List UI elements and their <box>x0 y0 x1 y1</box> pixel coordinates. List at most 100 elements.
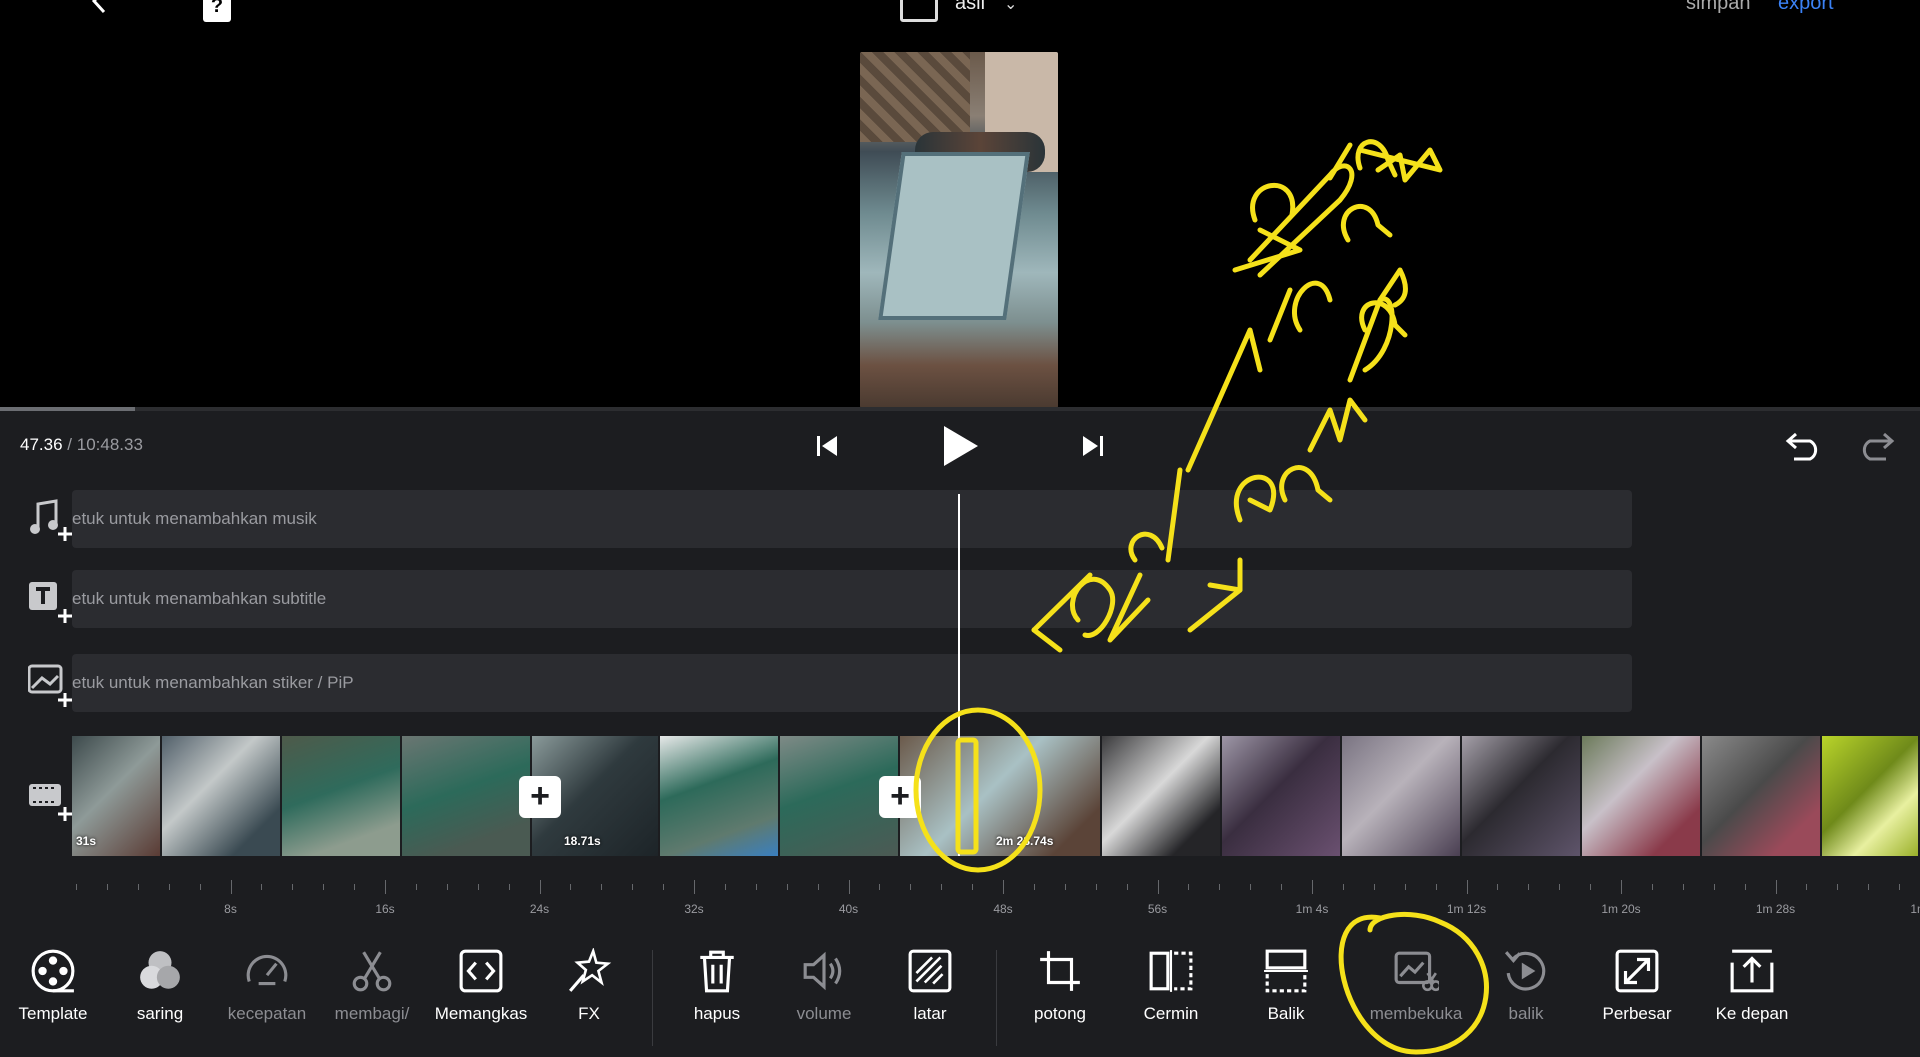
ruler-minor-tick <box>817 884 819 890</box>
ruler-minor-tick <box>1033 884 1035 890</box>
background-icon <box>908 949 952 993</box>
tool-bring-front[interactable]: Ke depan <box>1702 948 1802 1024</box>
ruler-label: 1m 20s <box>1601 902 1641 916</box>
crop-icon <box>1040 951 1080 991</box>
ruler-minor-tick <box>1682 884 1684 890</box>
tool-label: FX <box>578 1004 600 1023</box>
tool-freeze-frame[interactable]: membekuka <box>1366 948 1466 1024</box>
ruler-minor-tick <box>1497 884 1499 890</box>
back-arrow-icon[interactable] <box>86 0 112 14</box>
redo-icon[interactable] <box>1856 426 1896 462</box>
ruler-label: 8s <box>224 902 237 916</box>
ruler-major-tick <box>848 880 850 894</box>
tool-label: kecepatan <box>227 1004 307 1023</box>
tool-magic-star[interactable]: FX <box>539 948 639 1024</box>
help-icon[interactable]: ? <box>203 0 231 22</box>
ruler-major-tick <box>1775 880 1777 894</box>
ruler-major-tick <box>1621 880 1622 894</box>
video-clip[interactable] <box>1222 736 1342 856</box>
tool-crop[interactable]: potong <box>1010 948 1110 1024</box>
top-bar: ? asli ⌄ simpan export <box>0 0 1920 40</box>
ruler-minor-tick <box>724 884 726 890</box>
ruler-major-tick <box>230 880 232 894</box>
video-clip[interactable] <box>1822 736 1920 856</box>
ruler-major-tick <box>694 880 695 894</box>
ruler-label: 1m 36s <box>1910 902 1920 916</box>
tool-trash[interactable]: hapus <box>667 948 767 1024</box>
ruler-minor-tick <box>1126 884 1128 890</box>
video-clip[interactable] <box>1582 736 1702 856</box>
tool-trim[interactable]: Memangkas <box>431 948 531 1024</box>
speedometer-icon <box>246 954 288 986</box>
tool-background[interactable]: latar <box>880 948 980 1024</box>
tool-label: balik <box>1508 1004 1544 1023</box>
chevron-down-icon[interactable]: ⌄ <box>1004 0 1017 14</box>
time-display: 47.36 / 10:48.33 <box>20 435 143 454</box>
tool-mirror[interactable]: Cermin <box>1121 948 1221 1024</box>
video-clip[interactable] <box>282 736 402 856</box>
ruler-minor-tick <box>941 884 943 890</box>
video-track[interactable]: 31s 18.71s 2m 28.74s <box>72 736 1920 856</box>
tool-speedometer[interactable]: kecepatan <box>217 948 317 1024</box>
video-clip[interactable] <box>402 736 532 856</box>
aspect-ratio-label[interactable]: asli <box>955 0 985 15</box>
toolbar-divider <box>996 950 997 1046</box>
add-video-icon[interactable] <box>28 778 72 822</box>
video-clip[interactable] <box>162 736 282 856</box>
ruler-major-tick <box>1157 880 1159 894</box>
music-track[interactable]: etuk untuk menambahkan musik <box>72 490 1632 548</box>
tool-speaker[interactable]: volume <box>774 948 874 1024</box>
sticker-pip-track[interactable]: etuk untuk menambahkan stiker / PiP <box>72 654 1632 712</box>
add-transition-button[interactable]: + <box>879 776 921 818</box>
export-button[interactable]: export <box>1778 0 1834 15</box>
ruler-minor-tick <box>1651 884 1653 890</box>
video-clip[interactable]: 2m 28.74s <box>900 736 1102 856</box>
video-clip[interactable] <box>1342 736 1462 856</box>
playhead[interactable] <box>958 494 960 856</box>
undo-icon[interactable] <box>1784 426 1824 462</box>
tool-reverse-play[interactable]: balik <box>1476 948 1576 1024</box>
tool-scissors[interactable]: membagi/ <box>322 948 422 1024</box>
ruler-major-tick <box>539 880 541 894</box>
ruler-minor-tick <box>1281 884 1283 890</box>
video-clip[interactable] <box>1102 736 1222 856</box>
add-music-icon[interactable] <box>28 498 72 542</box>
film-reel-icon <box>31 949 75 993</box>
expand-icon <box>1615 949 1659 993</box>
tool-filter-circles[interactable]: saring <box>110 948 210 1024</box>
play-icon[interactable] <box>940 424 980 468</box>
ruler-minor-tick <box>1868 884 1870 890</box>
ruler-label: 48s <box>993 902 1013 916</box>
add-transition-button[interactable]: + <box>519 776 561 818</box>
skip-previous-icon[interactable] <box>816 434 838 458</box>
save-button[interactable]: simpan <box>1686 0 1750 15</box>
total-time: 10:48.33 <box>76 435 143 454</box>
add-sticker-pip-icon[interactable] <box>28 664 72 708</box>
subtitle-track[interactable]: etuk untuk menambahkan subtitle <box>72 570 1632 628</box>
tool-flip[interactable]: Balik <box>1236 948 1336 1024</box>
toolbar-divider <box>652 950 653 1046</box>
timeline-ruler: 8s 16s 24s 32s 40s 48s 56s 1m 4s 1m 12s 1m 20s 1m … <box>72 874 1920 916</box>
current-time: 47.36 <box>20 435 63 454</box>
tool-expand[interactable]: Perbesar <box>1587 948 1687 1024</box>
ruler-minor-tick <box>879 884 881 890</box>
freeze-frame-icon <box>1394 951 1439 992</box>
ruler-minor-tick <box>323 884 325 890</box>
ruler-minor-tick <box>1373 884 1375 890</box>
skip-next-icon[interactable] <box>1082 434 1104 458</box>
add-subtitle-icon[interactable] <box>28 580 72 624</box>
video-clip[interactable] <box>1462 736 1582 856</box>
video-clip[interactable] <box>660 736 780 856</box>
aspect-ratio-icon[interactable] <box>900 0 938 22</box>
tool-film-reel[interactable]: Template <box>3 948 103 1024</box>
ruler-major-tick <box>1312 880 1313 894</box>
video-clip[interactable]: 31s <box>72 736 162 856</box>
trash-icon <box>700 950 734 993</box>
video-preview[interactable] <box>860 52 1058 408</box>
tool-label: Perbesar <box>1602 1004 1672 1023</box>
tool-label: latar <box>913 1004 947 1023</box>
clip-duration-label: 18.71s <box>564 834 601 848</box>
ruler-minor-tick <box>446 884 448 890</box>
video-clip[interactable] <box>1702 736 1822 856</box>
tool-label: Template <box>18 1004 88 1023</box>
